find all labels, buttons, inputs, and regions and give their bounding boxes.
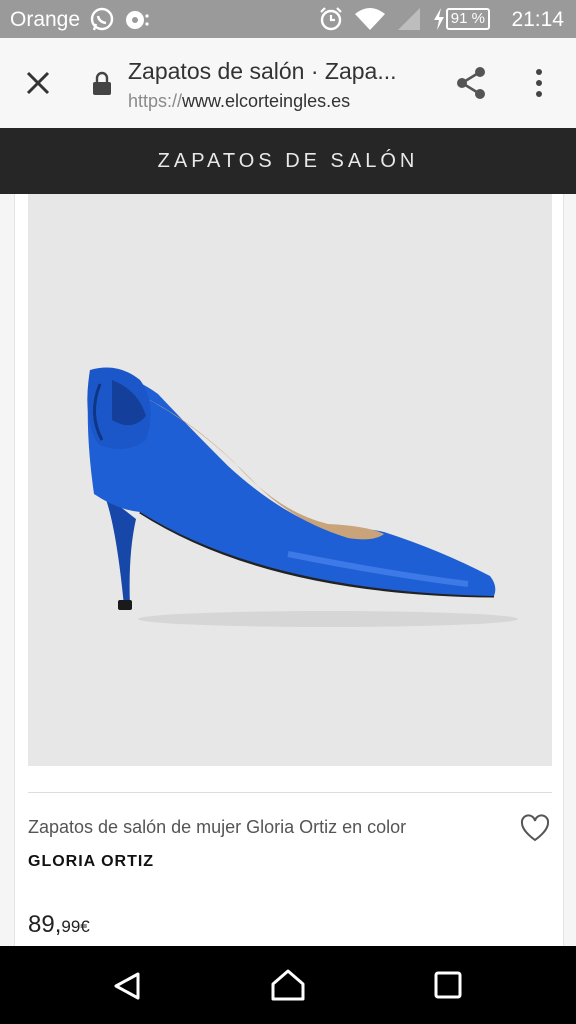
carrier-label: Orange xyxy=(10,8,81,31)
section-title: ZAPATOS DE SALÓN xyxy=(157,150,419,172)
share-icon[interactable] xyxy=(454,65,488,101)
signal-icon xyxy=(397,8,420,30)
page-title[interactable]: Zapatos de salón · Zapa... xyxy=(128,57,428,85)
record-icon xyxy=(126,11,149,29)
notification-icons xyxy=(88,6,150,34)
product-image[interactable] xyxy=(28,194,552,766)
price-decimal: 99€ xyxy=(61,917,90,936)
heart-outline-icon[interactable] xyxy=(520,814,550,842)
url-scheme: https:// xyxy=(128,91,183,111)
product-card[interactable]: Zapatos de salón de mujer Gloria Ortiz e… xyxy=(14,194,564,946)
wifi-icon xyxy=(354,8,385,30)
blue-satin-pump-image xyxy=(87,367,518,627)
product-name[interactable]: Zapatos de salón de mujer Gloria Ortiz e… xyxy=(28,815,488,839)
clock: 21:14 xyxy=(511,8,564,31)
more-vert-icon[interactable] xyxy=(527,66,551,102)
whatsapp-icon xyxy=(90,7,114,31)
url-host: www.elcorteingles.es xyxy=(182,91,351,111)
alarm-icon xyxy=(320,7,342,31)
status-bar: Orange 91 % 21:14 xyxy=(0,0,576,38)
divider xyxy=(28,792,552,793)
close-icon[interactable] xyxy=(20,65,56,101)
system-icons: 91 % xyxy=(318,6,490,32)
browser-toolbar: Zapatos de salón · Zapa... https://www.e… xyxy=(0,38,576,128)
product-brand[interactable]: GLORIA ORTIZ xyxy=(28,851,154,873)
navigation-bar xyxy=(0,946,576,1024)
url-bar[interactable]: https://www.elcorteingles.es xyxy=(128,90,350,112)
back-icon[interactable] xyxy=(112,970,144,1002)
home-icon[interactable] xyxy=(270,968,306,1002)
charging-icon xyxy=(433,8,444,30)
battery-level: 91 % xyxy=(445,8,490,30)
recents-icon[interactable] xyxy=(434,971,462,999)
page-content: Zapatos de salón de mujer Gloria Ortiz e… xyxy=(0,194,576,946)
lock-icon xyxy=(93,71,111,95)
price-integer: 89, xyxy=(28,911,62,938)
product-price: 89,99€ xyxy=(28,910,90,940)
section-header: ZAPATOS DE SALÓN xyxy=(0,128,576,194)
battery-indicator: 91 % xyxy=(432,7,490,31)
